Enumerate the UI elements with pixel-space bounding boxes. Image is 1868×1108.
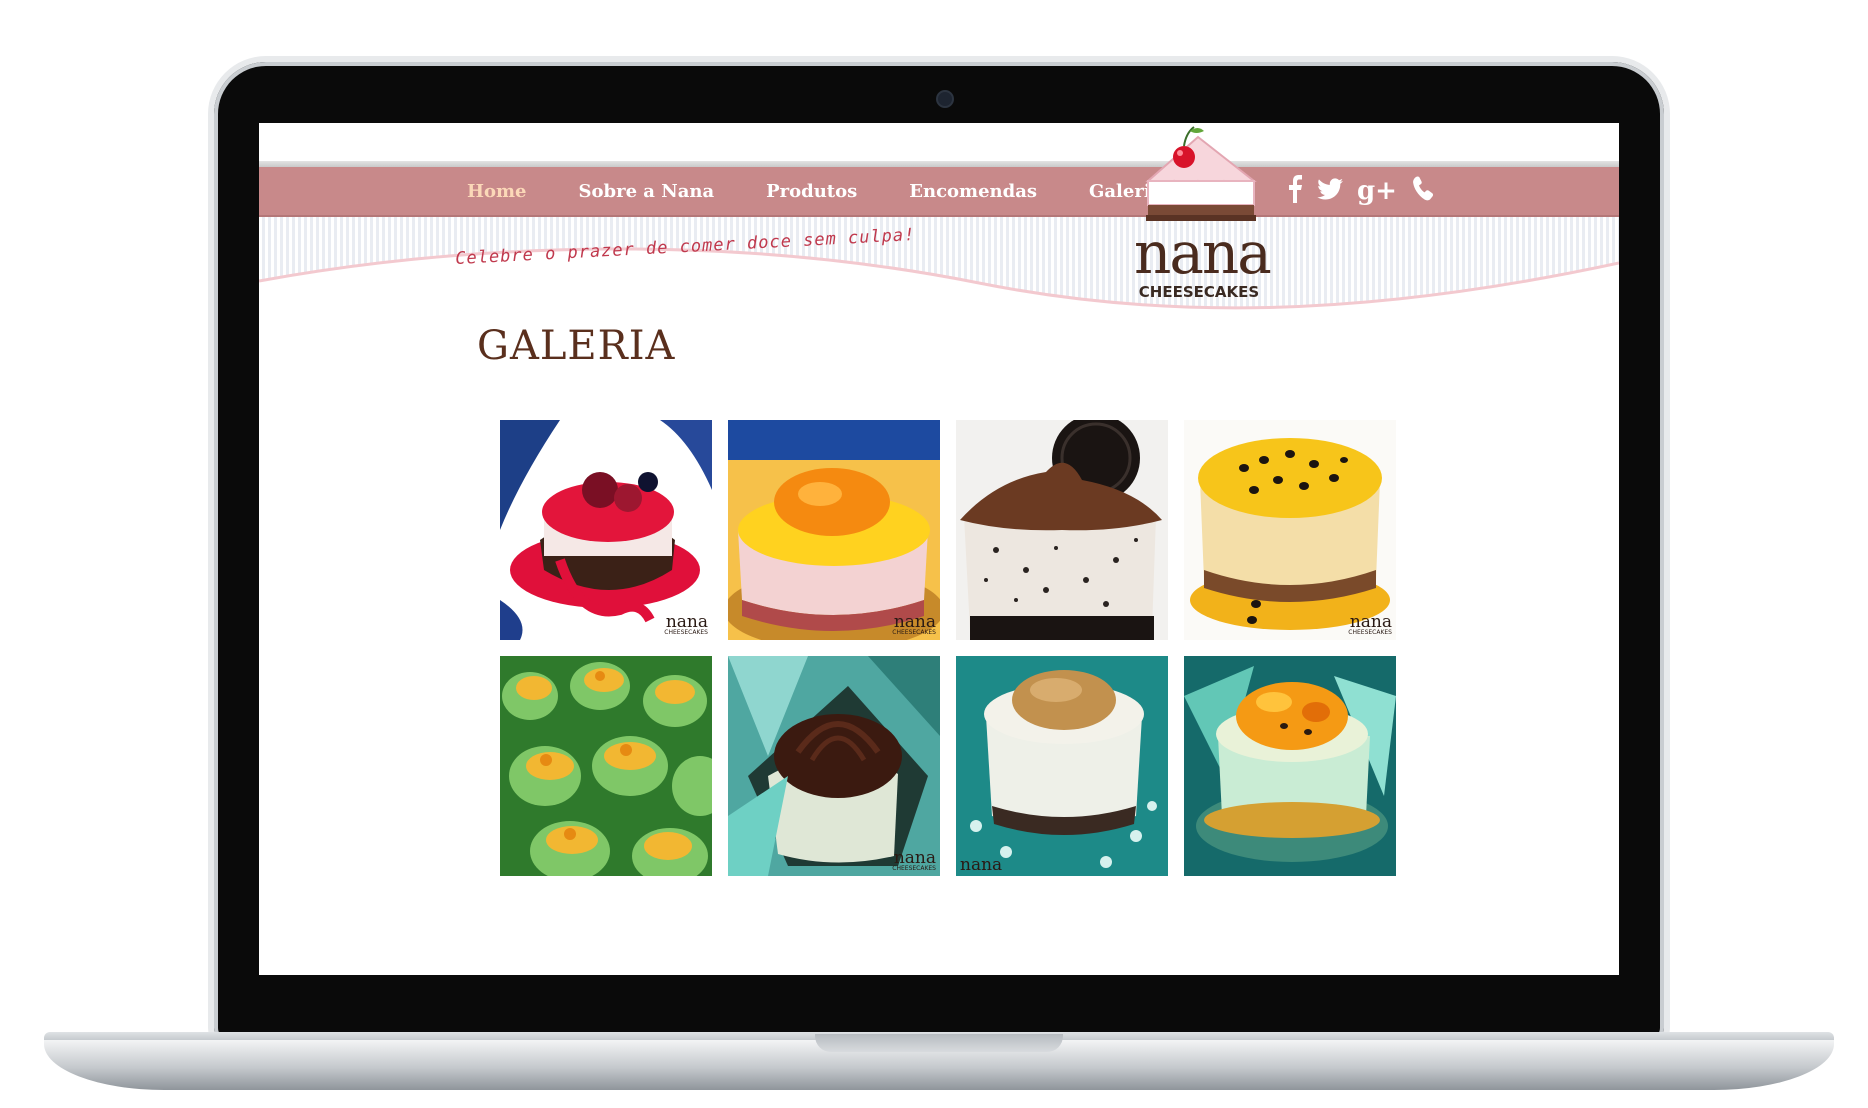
chocolate-cheesecake-image (728, 656, 940, 876)
site-header: Home Sobre a Nana Produtos Encomendas Ga… (259, 123, 1619, 331)
google-plus-icon[interactable]: g+ (1357, 178, 1397, 204)
main-nav: Home Sobre a Nana Produtos Encomendas Ga… (467, 167, 1214, 215)
cheesecake-logo-icon (1145, 126, 1257, 221)
gallery-photo[interactable]: nana CHEESECAKES (1184, 420, 1396, 640)
gallery-photo[interactable] (956, 420, 1168, 640)
orange-passion-cheesecake-image (1184, 656, 1396, 876)
site-logo[interactable]: nana CHEESECAKES (1134, 123, 1272, 308)
gallery-photo[interactable] (1184, 656, 1396, 876)
phone-icon[interactable] (1411, 176, 1435, 206)
photo-watermark: nana CHEESECAKES (892, 614, 936, 637)
logo-wordmark: nana (1134, 219, 1272, 287)
watermark-sub: CHEESECAKES (664, 629, 708, 636)
orange-cheesecake-image (728, 420, 940, 640)
photo-gallery: nana CHEESECAKES nana CHEESECAKES nana C… (500, 420, 1405, 876)
oreo-cheesecake-image (956, 420, 1168, 640)
watermark-sub: CHEESECAKES (892, 629, 936, 636)
logo-subtitle: CHEESECAKES (1138, 283, 1260, 301)
gallery-photo[interactable]: nana CHEESECAKES (500, 420, 712, 640)
photo-watermark: nana CHEESECAKES (1348, 614, 1392, 637)
twitter-icon[interactable] (1317, 178, 1343, 204)
gallery-photo[interactable]: nana CHEESECAKES (728, 656, 940, 876)
gallery-photo[interactable] (500, 656, 712, 876)
doce-de-leite-cheesecake-image (956, 656, 1168, 876)
browser-viewport: Home Sobre a Nana Produtos Encomendas Ga… (259, 123, 1619, 975)
nav-item-produtos[interactable]: Produtos (766, 181, 857, 202)
berry-cheesecake-image (500, 420, 712, 640)
laptop-notch (815, 1034, 1063, 1052)
facebook-icon[interactable] (1287, 175, 1303, 207)
nav-item-encomendas[interactable]: Encomendas (909, 181, 1037, 202)
gallery-photo[interactable]: nana CHEESECAKES (728, 420, 940, 640)
mini-cheesecakes-image (500, 656, 712, 876)
page-title: GALERIA (477, 323, 676, 369)
social-links: g+ (1287, 175, 1449, 207)
photo-watermark: nana CHEESECAKES (664, 614, 708, 637)
watermark-name: nana (960, 855, 1003, 875)
nav-item-home[interactable]: Home (467, 181, 527, 202)
photo-watermark: nana CHEESECAKES (892, 850, 936, 873)
watermark-sub: CHEESECAKES (892, 865, 936, 872)
webcam (936, 90, 954, 108)
gallery-photo[interactable]: nana (956, 656, 1168, 876)
nav-bar: Home Sobre a Nana Produtos Encomendas Ga… (259, 167, 1619, 217)
watermark-sub: CHEESECAKES (1348, 629, 1392, 636)
passion-fruit-cheesecake-image (1184, 420, 1396, 640)
photo-watermark: nana (960, 855, 1003, 875)
nav-item-sobre[interactable]: Sobre a Nana (579, 181, 715, 202)
